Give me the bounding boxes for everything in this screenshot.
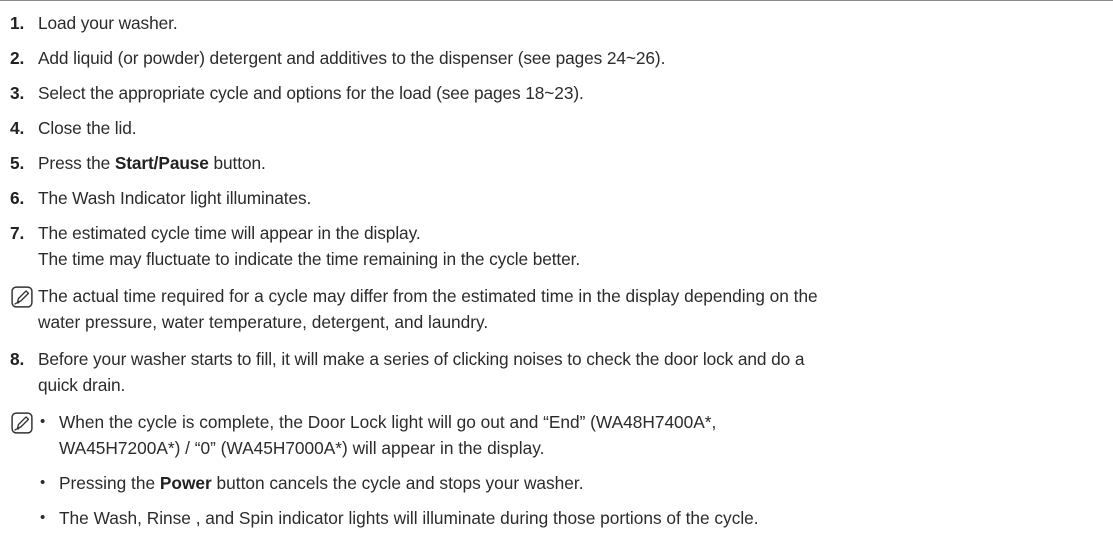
step-number: 8. bbox=[10, 349, 25, 369]
step-6: 6. The Wash Indicator light illuminates. bbox=[10, 185, 1105, 211]
step-1: 1. Load your washer. bbox=[10, 10, 1105, 36]
step-text: Add liquid (or powder) detergent and add… bbox=[38, 48, 666, 68]
step-number: 3. bbox=[10, 83, 25, 103]
step-text: Close the lid. bbox=[38, 118, 137, 138]
bullet-icon: • bbox=[40, 474, 46, 491]
bullet-icon: • bbox=[40, 509, 46, 526]
note-line-2: water pressure, water temperature, deter… bbox=[38, 312, 489, 332]
step-8: 8. Before your washer starts to fill, it… bbox=[10, 346, 1105, 398]
step-number: 7. bbox=[10, 223, 25, 243]
list-item: • The Wash, Rinse , and Spin indicator l… bbox=[38, 505, 1105, 531]
step-4: 4. Close the lid. bbox=[10, 115, 1105, 141]
bullet-text: The Wash, Rinse , and Spin indicator lig… bbox=[59, 508, 759, 528]
step-text: Select the appropriate cycle and options… bbox=[38, 83, 584, 103]
note-pencil-icon bbox=[11, 286, 33, 308]
step-text-post: button. bbox=[208, 153, 266, 173]
step-text-line-1: Before your washer starts to fill, it wi… bbox=[38, 349, 805, 369]
step-number: 6. bbox=[10, 188, 25, 208]
step-number: 2. bbox=[10, 48, 25, 68]
step-number: 4. bbox=[10, 118, 25, 138]
bullet-icon: • bbox=[40, 413, 46, 430]
step-number: 5. bbox=[10, 153, 25, 173]
note-bullet-list: • When the cycle is complete, the Door L… bbox=[10, 409, 1105, 531]
list-item: • When the cycle is complete, the Door L… bbox=[38, 409, 1105, 461]
note-line-1: The actual time required for a cycle may… bbox=[38, 286, 818, 306]
power-button-label: Power bbox=[159, 473, 212, 493]
step-text-line-1: The estimated cycle time will appear in … bbox=[38, 223, 421, 243]
bullet-text-post: button cancels the cycle and stops your … bbox=[211, 473, 584, 493]
step-5: 5. Press the Start/Pause button. bbox=[10, 150, 1105, 176]
bullet-line-2: WA45H7200A*) / “0” (WA45H7000A*) will ap… bbox=[59, 438, 545, 458]
list-item: • Pressing the Power button cancels the … bbox=[38, 470, 1105, 496]
note-cycle-time: The actual time required for a cycle may… bbox=[10, 283, 1105, 335]
note-pencil-icon bbox=[11, 412, 33, 434]
step-3: 3. Select the appropriate cycle and opti… bbox=[10, 80, 1105, 106]
start-pause-button-label: Start/Pause bbox=[114, 153, 209, 173]
step-text-line-2: The time may fluctuate to indicate the t… bbox=[38, 249, 581, 269]
instructions-page: 1. Load your washer. 2. Add liquid (or p… bbox=[10, 10, 1105, 540]
step-text-pre: Press the bbox=[38, 153, 115, 173]
bullet-line-1: When the cycle is complete, the Door Loc… bbox=[59, 412, 717, 432]
bullet-text-pre: Pressing the bbox=[59, 473, 160, 493]
step-number: 1. bbox=[10, 13, 25, 33]
step-text: Load your washer. bbox=[38, 13, 178, 33]
step-text-line-2: quick drain. bbox=[38, 375, 126, 395]
step-7: 7. The estimated cycle time will appear … bbox=[10, 220, 1105, 272]
step-text: The Wash Indicator light illuminates. bbox=[38, 188, 312, 208]
top-rule bbox=[0, 0, 1113, 1]
step-2: 2. Add liquid (or powder) detergent and … bbox=[10, 45, 1105, 71]
